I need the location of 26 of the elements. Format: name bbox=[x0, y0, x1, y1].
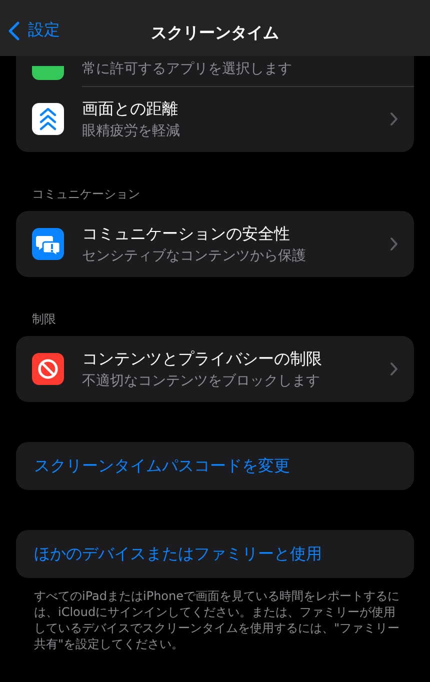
row-subtitle: 眼精疲労を軽減 bbox=[82, 122, 181, 140]
row-title: 画面との距離 bbox=[82, 98, 179, 120]
settings-row[interactable]: 画面との距離 眼精疲労を軽減 bbox=[16, 86, 414, 152]
row-subtitle: 不適切なコンテンツをブロックします bbox=[82, 372, 321, 390]
link-button[interactable]: スクリーンタイムパスコードを変更 bbox=[16, 442, 414, 490]
row-title: コンテンツとプライバシーの制限 bbox=[82, 348, 323, 370]
screen-title: スクリーンタイム bbox=[151, 22, 279, 44]
settings-row[interactable]: コミュニケーションの安全性 センシティブなコンテンツから保護 bbox=[16, 211, 414, 277]
chevron-icon bbox=[390, 237, 398, 251]
row-subtitle: センシティブなコンテンツから保護 bbox=[82, 246, 307, 264]
back-button[interactable]: 設定 bbox=[8, 20, 60, 41]
app-icon bbox=[32, 66, 64, 80]
chevron-icon bbox=[390, 112, 398, 126]
link-button[interactable]: ほかのデバイスまたはファミリーと使用 bbox=[16, 530, 414, 578]
back-chevron-icon bbox=[8, 20, 20, 40]
no-entry-icon bbox=[32, 353, 64, 385]
section-header: 制限 bbox=[31, 311, 57, 328]
section-header: コミュニケーション bbox=[31, 186, 141, 203]
footer-note: すべてのiPadまたはiPhoneで画面を見ている時間をレポートするには、iCloudにサインインしてください。または、ファミリーが使用しているデバイスでスクリーンタイムを使用するには、"ファミリー共有"を設定してください。 bbox=[33, 588, 401, 652]
settings-row[interactable]: コンテンツとプライバシーの制限 不適切なコンテンツをブロックします bbox=[16, 336, 414, 402]
speech-bubble-icon bbox=[32, 228, 64, 260]
chevrons-up-icon bbox=[32, 103, 64, 135]
chevron-icon bbox=[390, 362, 398, 376]
settings-row[interactable]: 常に許可するアプリを選択します bbox=[16, 56, 414, 86]
row-subtitle: 常に許可するアプリを選択します bbox=[82, 60, 293, 78]
row-title: コミュニケーションの安全性 bbox=[82, 224, 291, 244]
